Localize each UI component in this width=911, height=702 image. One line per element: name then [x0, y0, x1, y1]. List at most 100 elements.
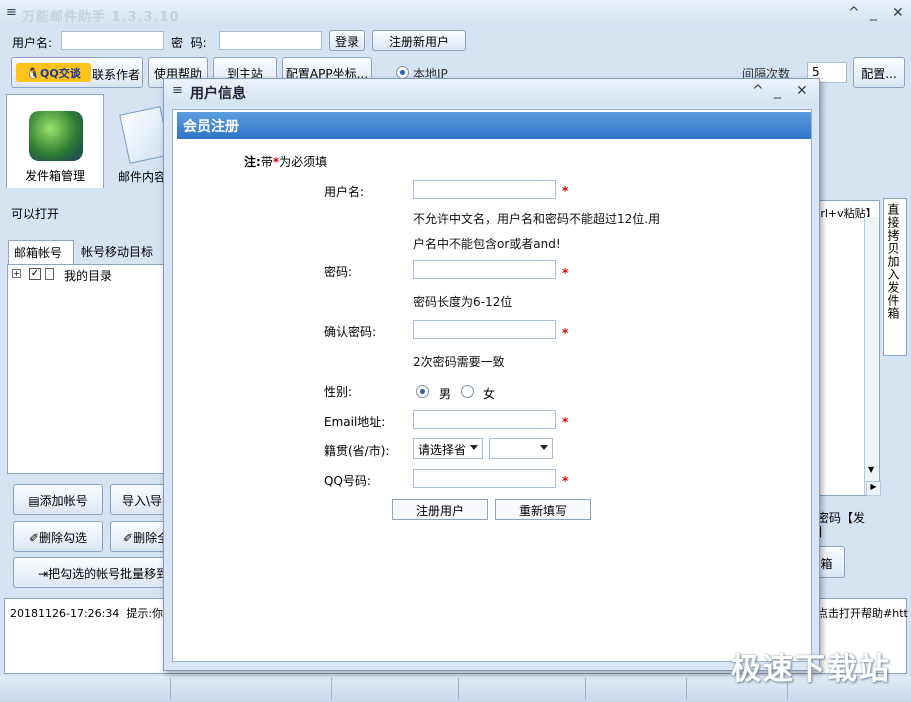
paste-area[interactable]: trl+v粘贴】 ▼ — [816, 200, 880, 496]
email-required: * — [562, 415, 569, 429]
add-account-label: 添加帐号 — [39, 494, 88, 508]
email-label: Email地址: — [324, 415, 386, 429]
register-new-user-button[interactable]: 注册新用户 — [372, 30, 466, 51]
email-input[interactable] — [413, 410, 556, 429]
province-select-value: 请选择省 — [418, 443, 467, 457]
gender-female-label: 女 — [483, 387, 496, 401]
tab-outbox-manage[interactable]: 发件箱管理 — [6, 94, 104, 188]
login-password-input[interactable] — [219, 31, 322, 50]
confirm-password-required: * — [562, 326, 569, 340]
username-hint-2: 户名中不能包含or或者and! — [413, 237, 561, 251]
close-icon[interactable]: ✕ — [892, 5, 904, 21]
login-button[interactable]: 登录 — [329, 30, 365, 51]
log-line: 20181126-17:26:34 提示:你现在 — [10, 607, 186, 620]
gender-female-radio[interactable] — [461, 385, 474, 398]
status-divider — [458, 678, 459, 700]
restore-icon[interactable]: ^ — [848, 5, 860, 21]
dialog-restore-icon[interactable]: ^ — [752, 83, 764, 99]
register-submit-button[interactable]: 注册用户 — [392, 499, 488, 520]
password-hint: 密码长度为6-12位 — [413, 295, 513, 309]
app-menu-icon[interactable]: ≡ — [6, 5, 17, 20]
note-prefix: 注: — [244, 155, 261, 169]
gender-male-label: 男 — [439, 387, 452, 401]
note-suffix: 为必须填 — [279, 155, 328, 169]
interval-value: 5 — [812, 65, 820, 79]
dialog-title: 用户信息 — [190, 86, 246, 102]
config-button[interactable]: 配置... — [853, 57, 905, 88]
qq-penguin-icon: 🐧 — [26, 67, 40, 80]
reset-form-button[interactable]: 重新填写 — [495, 499, 591, 520]
scroll-down-icon[interactable]: ▼ — [868, 465, 874, 474]
section-header: 会员注册 — [177, 112, 811, 139]
delete-checked-label: 删除勾选 — [39, 531, 88, 545]
gender-male-radio[interactable] — [416, 385, 429, 398]
tab-direct-copy-to-outbox[interactable]: 直接拷贝加入发件箱 — [883, 198, 907, 356]
tree-checkbox[interactable]: ✓ — [29, 268, 41, 280]
qq-number-input[interactable] — [413, 469, 556, 488]
tab-outbox-label: 发件箱管理 — [25, 169, 86, 183]
tree-root-label: 我的目录 — [64, 269, 113, 283]
confirm-password-hint: 2次密码需要一致 — [413, 355, 505, 369]
contact-author-label: 联系作者 — [92, 68, 141, 82]
password-required: * — [562, 266, 569, 280]
dialog-menu-icon[interactable]: ≡ — [172, 83, 183, 98]
app-title: 万能邮件助手 1.3.3.10 — [22, 10, 180, 25]
username-required: * — [562, 184, 569, 198]
move-checked-button[interactable]: ⇥把勾选的帐号批量移到 — [13, 557, 170, 588]
gender-label: 性别: — [324, 385, 353, 399]
status-divider — [331, 678, 332, 700]
tab-mail-content-label: 邮件内容 — [118, 170, 167, 184]
login-username-label: 用户名: — [12, 36, 53, 50]
confirm-password-label: 确认密码: — [324, 325, 377, 339]
can-open-label: 可以打开 — [11, 207, 60, 221]
dialog-minimize-icon[interactable]: _ — [774, 83, 781, 99]
user-info-dialog: ≡ 用户信息 ^ _ ✕ 会员注册 注:带*为必须填 用户名: * 不允许中文名… — [163, 78, 820, 671]
qq-chat-badge: 🐧QQ交谈 — [16, 63, 91, 82]
tab-mail-content[interactable]: 邮件内容 — [108, 100, 171, 188]
username-input[interactable] — [413, 180, 556, 199]
subtab-mail-accounts[interactable]: 邮箱帐号 — [8, 240, 74, 264]
move-icon: ⇥ — [38, 567, 49, 581]
main-titlebar: ≡ 万能邮件助手 1.3.3.10 ^ _ ✕ — [0, 0, 911, 28]
chevron-down-icon — [470, 445, 478, 450]
password-input[interactable] — [413, 260, 556, 279]
tree-expand-icon[interactable]: + — [12, 269, 21, 278]
subtab-account-move[interactable]: 帐号移动目标 — [81, 243, 153, 260]
outbox-icon — [29, 111, 83, 161]
dialog-close-icon[interactable]: ✕ — [796, 83, 808, 99]
document-icon — [45, 268, 54, 280]
username-hint-1: 不允许中文名，用户名和密码不能超过12位.用 — [413, 212, 661, 226]
add-account-button[interactable]: ▤添加帐号 — [13, 484, 103, 515]
minimize-icon[interactable]: _ — [870, 5, 877, 21]
registration-form: 会员注册 注:带*为必须填 用户名: * 不允许中文名，用户名和密码不能超过12… — [172, 109, 812, 662]
origin-label: 籍贯(省/市): — [324, 444, 390, 458]
confirm-password-input[interactable] — [413, 320, 556, 339]
eraser-icon: ✐ — [28, 531, 40, 545]
chevron-down-icon — [540, 445, 548, 450]
scroll-right-icon[interactable]: ▶ — [866, 481, 881, 496]
dialog-titlebar: ≡ 用户信息 ^ _ ✕ — [164, 79, 819, 105]
note-mid: 带 — [260, 155, 273, 169]
status-divider — [686, 678, 687, 700]
delete-checked-button[interactable]: ✐删除勾选 — [13, 521, 103, 552]
qq-chat-label: QQ交谈 — [40, 67, 81, 80]
status-divider — [170, 678, 171, 700]
site-watermark: 极速下载站 — [731, 652, 891, 687]
required-note: 注:带*为必须填 — [244, 153, 327, 170]
login-username-input[interactable] — [61, 31, 164, 50]
username-label: 用户名: — [324, 185, 365, 199]
login-password-label: 密 码: — [171, 36, 207, 50]
delete-all-button[interactable]: ✐删除全 — [110, 521, 170, 552]
account-tree[interactable]: + ✓ 我的目录 — [7, 264, 167, 474]
city-select[interactable] — [489, 438, 553, 459]
add-account-icon: ▤ — [28, 494, 40, 508]
status-divider — [585, 678, 586, 700]
vertical-scrollbar[interactable]: ▼ — [864, 217, 879, 495]
move-checked-label: 把勾选的帐号批量移到 — [48, 567, 169, 581]
eraser-icon-2: ✐ — [123, 531, 134, 545]
province-select[interactable]: 请选择省 — [413, 438, 483, 459]
import-export-button[interactable]: 导入\导出 — [110, 484, 170, 515]
password-label: 密码: — [324, 265, 353, 279]
help-link[interactable]: 点击打开帮助#htt — [817, 605, 908, 621]
qq-contact-button[interactable]: 🐧QQ交谈 联系作者 — [11, 57, 143, 88]
